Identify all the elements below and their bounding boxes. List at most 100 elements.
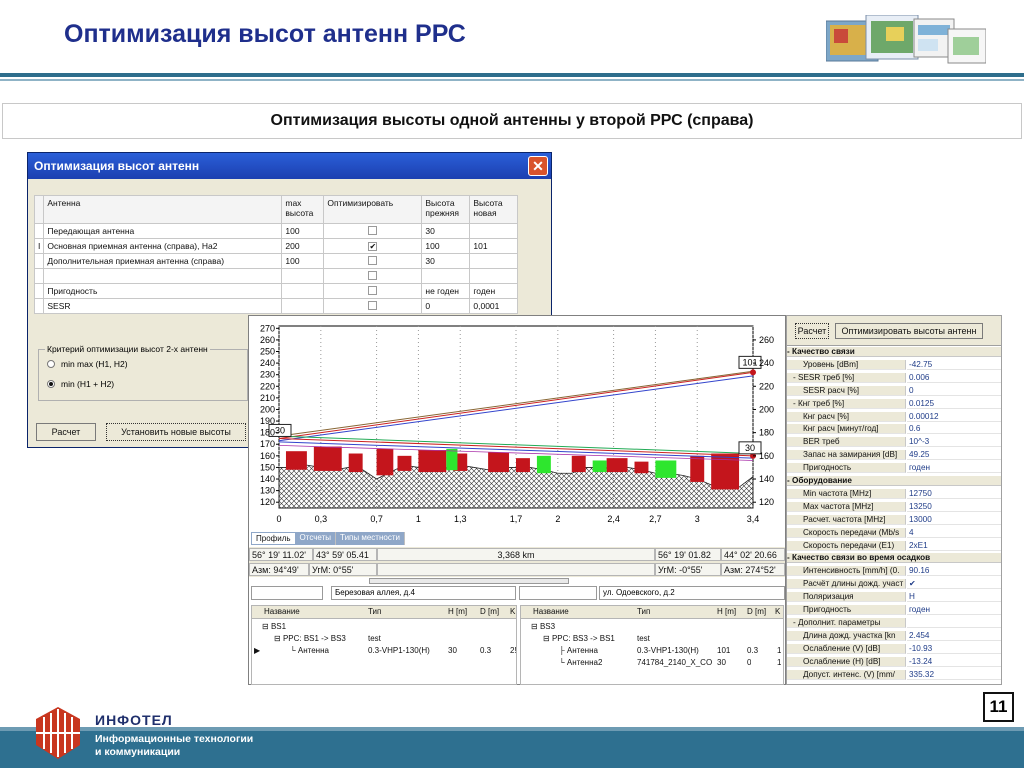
optimize-checkbox[interactable] [368,285,378,295]
property-value[interactable]: H [907,592,1001,603]
property-row[interactable]: Max частота [MHz] 13250 [787,501,1001,512]
property-row[interactable]: Скорость передачи (Mb/s 4 [787,527,1001,538]
property-value[interactable] [907,617,1001,628]
property-section-header[interactable]: - Качество связи [787,347,1001,357]
property-row[interactable]: Запас на замирания [dB] 49.25 [787,450,1001,461]
property-row[interactable]: Поляризация H [787,592,1001,603]
property-row[interactable]: Кнг расч [минут/год] 0.6 [787,424,1001,435]
property-value[interactable]: 13250 [907,501,1001,512]
property-row[interactable]: Интенсивность [mm/h] (0. 90.16 [787,566,1001,577]
property-value[interactable]: 4 [907,527,1001,538]
property-section-header[interactable]: - Оборудование [787,476,1001,486]
property-value[interactable]: 13000 [907,514,1001,525]
table-row[interactable]: I Основная приемная антенна (справа), На… [33,238,519,254]
tree-row[interactable]: ▶ └ Антенна 0.3-VHP1-130(H) 30 0.3 2! [252,646,516,658]
property-value[interactable]: 0.0125 [907,398,1001,409]
optimize-checkbox[interactable] [368,225,378,235]
col-name[interactable]: Название [264,607,300,616]
property-value[interactable]: -10.93 [907,643,1001,654]
property-row[interactable]: Уровень [dBm] -42.75 [787,359,1001,370]
col-k[interactable]: K [510,607,515,616]
property-row[interactable]: - Дополнит. параметры [787,617,1001,628]
property-row[interactable]: Расчёт длины дожд. участ ✔ [787,579,1001,590]
tree-row[interactable]: ⊟ BS1 [252,622,516,634]
property-row[interactable]: - Кнг треб [%] 0.0125 [787,398,1001,409]
table-row[interactable] [33,268,519,284]
property-row[interactable]: Ослабление (H) [dB] -13.24 [787,656,1001,667]
col-type[interactable]: Тип [368,607,381,616]
property-key: Кнг расч [%] [787,411,906,422]
calc-button[interactable]: Расчет [36,423,96,441]
col-k[interactable]: K [775,607,780,616]
property-value[interactable]: 2.454 [907,630,1001,641]
col-h[interactable]: H [m] [717,607,736,616]
table-row[interactable]: Пригодность не годен годен [33,283,519,299]
optimize-checkbox[interactable]: ✔ [368,242,378,251]
optimize-cell [323,223,423,239]
property-value[interactable]: 0 [907,385,1001,396]
property-row[interactable]: BER треб 10^-3 [787,437,1001,448]
property-row[interactable]: Пригодность годен [787,463,1001,474]
tree-row[interactable]: ⊟ PPC: BS1 -> BS3 test [252,634,516,646]
tab-profile[interactable]: Профиль [251,532,296,545]
property-row[interactable]: Допуст. интенс. (V) [mm/335.32 [787,669,1001,680]
property-value[interactable]: 335.32 [907,669,1001,680]
minsum-radio[interactable] [47,380,55,388]
property-value[interactable]: годен [907,463,1001,474]
property-key: - SESR треб [%] [787,372,906,383]
col-d[interactable]: D [m] [480,607,499,616]
property-row[interactable]: Пригодность годен [787,605,1001,615]
property-value[interactable]: 0.6 [907,424,1001,435]
tree-row[interactable]: ⊟ PPC: BS3 -> BS1 test [521,634,783,646]
props-calc-button[interactable]: Расчет [795,323,829,339]
max-height[interactable]: 200 [281,238,325,254]
property-value[interactable]: 10^-3 [907,437,1001,448]
col-type[interactable]: Тип [637,607,650,616]
apply-heights-button[interactable]: Установить новые высоты [106,423,246,441]
max-height[interactable]: 100 [281,253,325,269]
tree-row[interactable]: ⊟ BS3 [521,622,783,634]
col-h[interactable]: H [m] [448,607,467,616]
property-row[interactable]: Скорость передачи (E1) 2xE1 [787,540,1001,551]
y-left-tick-label: 230 [260,370,275,380]
property-row[interactable]: Длина дожд. участка [kn 2.454 [787,630,1001,641]
table-row[interactable]: Дополнительная приемная антенна (справа)… [33,253,519,269]
property-value[interactable]: -42.75 [907,359,1001,370]
property-value[interactable]: годен [907,605,1001,615]
property-row[interactable]: SESR расч [%] 0 [787,385,1001,396]
optimize-checkbox[interactable] [368,270,378,280]
tree-row[interactable]: └ Антенна2 741784_2140_X_CO 30 0 1 [521,658,783,670]
max-height[interactable] [281,268,325,284]
property-value[interactable]: 49.25 [907,450,1001,461]
table-row[interactable]: Передающая антенна 100 30 [33,223,519,239]
tree-node-type: 741784_2140_X_CO [637,658,713,667]
close-icon[interactable]: ✕ [528,156,548,176]
optimize-checkbox[interactable] [368,300,378,310]
property-value[interactable]: 12750 [907,488,1001,499]
property-row[interactable]: Min частота [MHz] 12750 [787,488,1001,499]
property-row[interactable]: Ослабление (V) [dB] -10.93 [787,643,1001,654]
table-row[interactable]: SESR 0 0,0001 [33,298,519,314]
property-row[interactable]: Расчет. частота [MHz] 13000 [787,514,1001,525]
property-value[interactable]: 90.16 [907,566,1001,577]
property-value[interactable]: ✔ [907,579,1001,590]
max-height[interactable] [281,298,325,314]
tree-row[interactable]: ├ Антенна 0.3-VHP1-130(H) 101 0.3 1 [521,646,783,658]
optimize-checkbox[interactable] [368,255,378,265]
max-height[interactable] [281,283,325,299]
property-section-header[interactable]: - Качество связи во время осадков [787,553,1001,564]
property-row[interactable]: Кнг расч [%] 0.00012 [787,411,1001,422]
property-value[interactable]: 0.006 [907,372,1001,383]
max-height[interactable]: 100 [281,223,325,239]
col-name[interactable]: Название [533,607,569,616]
property-value[interactable]: 2xE1 [907,540,1001,551]
minmax-radio[interactable] [47,360,55,368]
tab-terrain-types[interactable]: Типы местности [336,532,405,545]
property-row[interactable]: - SESR треб [%] 0.006 [787,372,1001,383]
optimize-heights-button[interactable]: Оптимизировать высоты антенн [835,323,983,339]
property-value[interactable]: -13.24 [907,656,1001,667]
property-value[interactable]: 0.00012 [907,411,1001,422]
horizontal-scrollbar[interactable] [369,578,569,584]
col-d[interactable]: D [m] [747,607,766,616]
tab-readings[interactable]: Отсчеты [296,532,337,545]
